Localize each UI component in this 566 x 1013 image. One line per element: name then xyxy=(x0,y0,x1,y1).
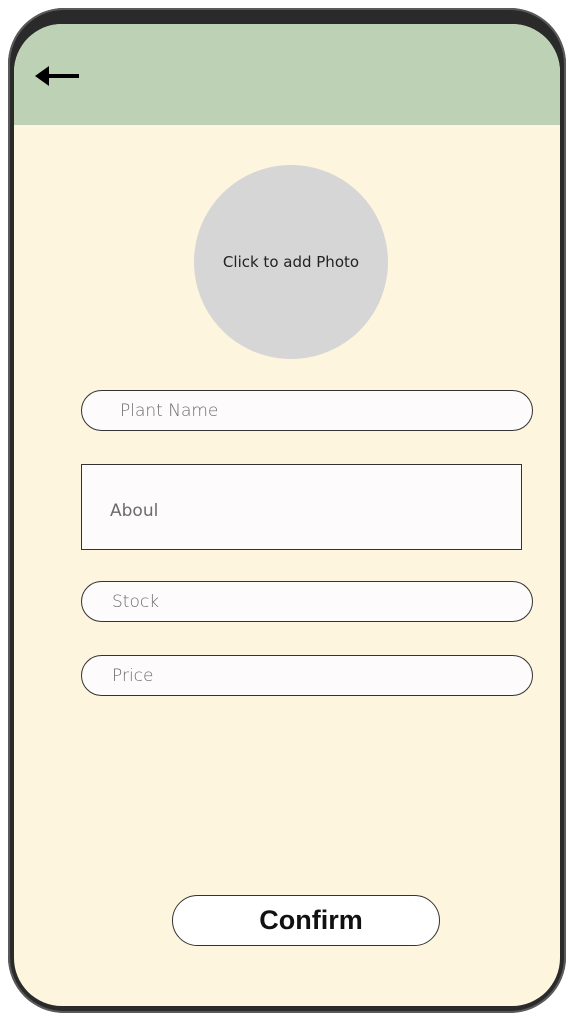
arrow-left-icon xyxy=(35,66,79,86)
back-button[interactable] xyxy=(34,58,82,94)
about-input[interactable] xyxy=(81,464,522,550)
header-bar xyxy=(14,24,560,125)
stock-input[interactable] xyxy=(81,581,533,622)
phone-frame: Click to add Photo Confirm xyxy=(8,8,566,1013)
app-screen: Click to add Photo Confirm xyxy=(14,24,560,1006)
confirm-button[interactable]: Confirm xyxy=(172,895,440,946)
plant-name-input[interactable] xyxy=(81,390,533,431)
add-photo-label: Click to add Photo xyxy=(222,253,360,271)
add-photo-button[interactable]: Click to add Photo xyxy=(194,165,388,359)
price-input[interactable] xyxy=(81,655,533,696)
